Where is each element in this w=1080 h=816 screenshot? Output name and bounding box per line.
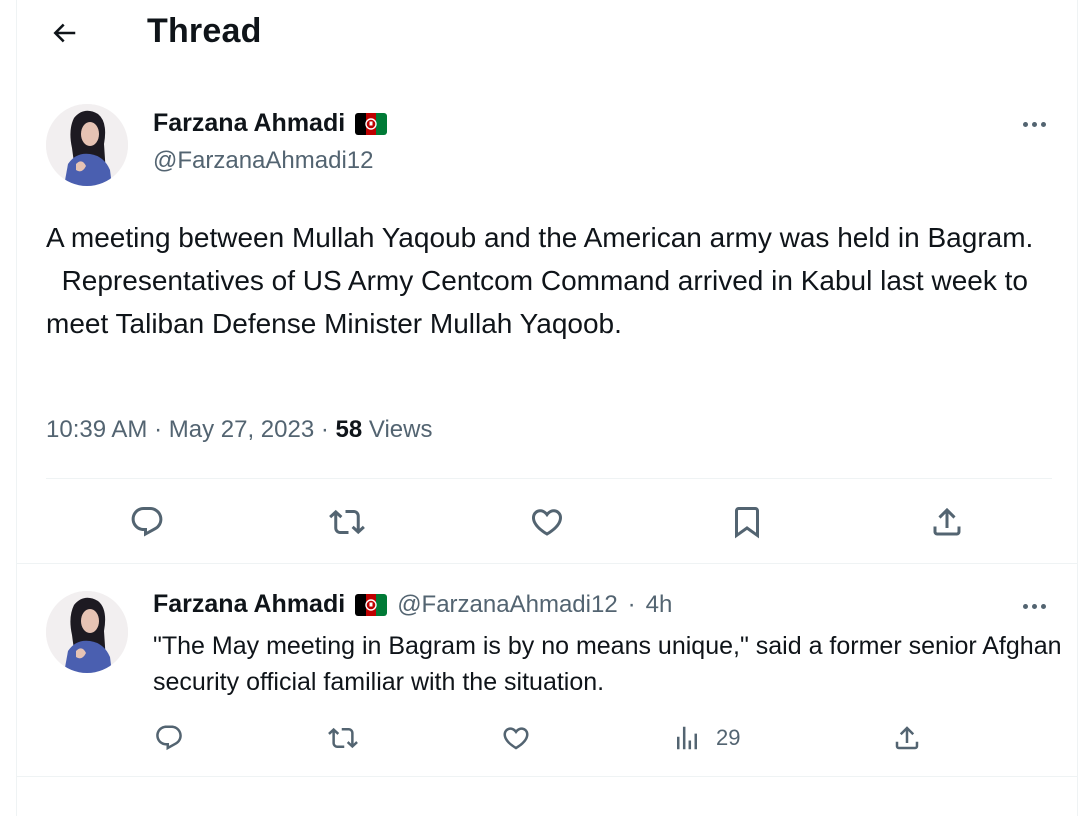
share-button[interactable] bbox=[925, 500, 969, 544]
author-avatar[interactable] bbox=[46, 104, 128, 186]
divider bbox=[17, 563, 1077, 564]
more-options-button[interactable] bbox=[1017, 114, 1051, 134]
thread-header: Thread bbox=[17, 0, 1077, 64]
author-name-row[interactable]: Farzana Ahmadi bbox=[153, 109, 388, 138]
reply-icon bbox=[156, 725, 182, 751]
meta-separator: · bbox=[147, 416, 169, 443]
retweet-icon bbox=[329, 509, 365, 535]
retweet-button[interactable] bbox=[325, 500, 369, 544]
reply-share-button[interactable] bbox=[889, 720, 925, 756]
avatar-photo bbox=[46, 104, 128, 186]
reply-views-button[interactable]: 29 bbox=[672, 720, 782, 756]
reply-views-count: 29 bbox=[716, 725, 741, 750]
bookmark-icon bbox=[735, 507, 759, 539]
more-dot-icon bbox=[1022, 121, 1028, 127]
meta-separator: · bbox=[627, 590, 636, 618]
tweet-text-paragraph: A meeting between Mullah Yaqoub and the … bbox=[46, 222, 1034, 253]
tweet-date[interactable]: May 27, 2023 bbox=[169, 416, 314, 444]
more-dot-icon bbox=[1040, 121, 1046, 127]
author-name[interactable]: Farzana Ahmadi bbox=[153, 109, 345, 138]
like-icon bbox=[531, 509, 563, 536]
more-dot-icon bbox=[1031, 603, 1037, 609]
afghanistan-flag-icon bbox=[355, 593, 388, 616]
arrow-left-icon bbox=[53, 23, 76, 43]
tweet-time[interactable]: 10:39 AM bbox=[46, 416, 147, 444]
views-icon bbox=[677, 726, 697, 750]
share-icon bbox=[933, 507, 961, 536]
reply-icon bbox=[131, 507, 163, 537]
reply-retweet-button[interactable] bbox=[325, 720, 361, 756]
divider bbox=[17, 776, 1077, 777]
page-title: Thread bbox=[147, 12, 262, 50]
afghanistan-flag-icon bbox=[355, 112, 388, 135]
reply-more-options-button[interactable] bbox=[1017, 596, 1051, 616]
thread-page: Thread Farzana Ahmadi @FarzanaAhmadi12 A… bbox=[16, 0, 1078, 816]
more-dot-icon bbox=[1031, 121, 1037, 127]
tweet-meta: 10:39 AM · May 27, 2023 · 58 Views bbox=[46, 416, 432, 444]
avatar-photo bbox=[46, 591, 128, 673]
reply-button[interactable] bbox=[125, 500, 169, 544]
like-icon bbox=[503, 727, 529, 750]
bookmark-button[interactable] bbox=[725, 500, 769, 544]
tweet-text: A meeting between Mullah Yaqoub and the … bbox=[46, 216, 1046, 345]
more-dot-icon bbox=[1022, 603, 1028, 609]
tweet-text-paragraph: Representatives of US Army Centcom Comma… bbox=[46, 265, 1036, 339]
share-icon bbox=[895, 726, 919, 750]
reply-time[interactable]: 4h bbox=[646, 591, 673, 619]
reply-text: "The May meeting in Bagram is by no mean… bbox=[153, 632, 1062, 696]
reply-author-handle[interactable]: @FarzanaAhmadi12 bbox=[397, 591, 617, 619]
reply-author-avatar[interactable] bbox=[46, 591, 128, 673]
like-button[interactable] bbox=[525, 500, 569, 544]
divider bbox=[46, 478, 1052, 479]
meta-separator: · bbox=[314, 416, 336, 443]
back-button[interactable] bbox=[47, 16, 81, 50]
views-label: Views bbox=[362, 416, 433, 443]
reply-reply-button[interactable] bbox=[151, 720, 187, 756]
reply-like-button[interactable] bbox=[498, 720, 534, 756]
retweet-icon bbox=[328, 727, 358, 749]
more-dot-icon bbox=[1040, 603, 1046, 609]
reply-author-name[interactable]: Farzana Ahmadi bbox=[153, 590, 345, 619]
author-handle[interactable]: @FarzanaAhmadi12 bbox=[153, 147, 373, 175]
views-count: 58 bbox=[335, 416, 363, 443]
reply-header: Farzana Ahmadi @FarzanaAhmadi12 · 4h bbox=[153, 590, 672, 619]
